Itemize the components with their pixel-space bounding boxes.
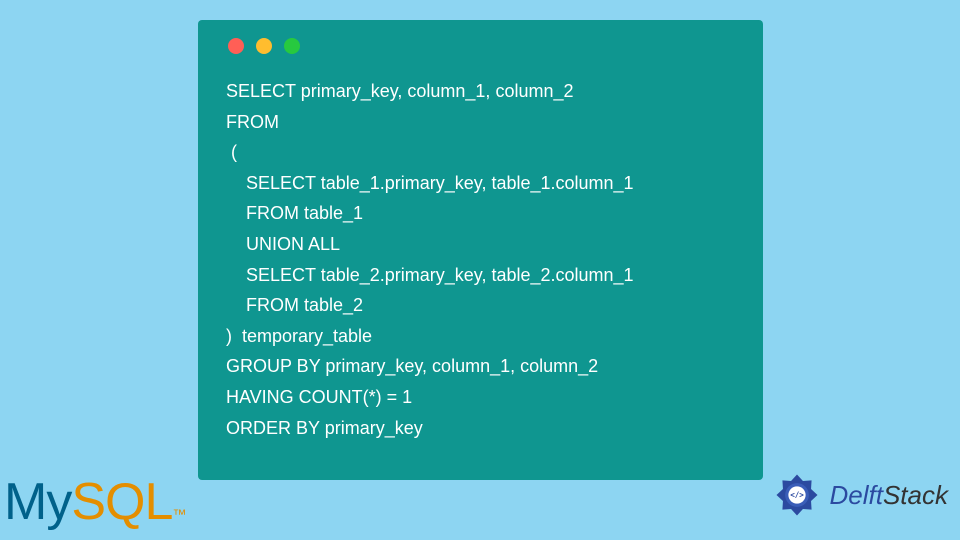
minimize-icon — [256, 38, 272, 54]
delftstack-badge-icon: </> — [770, 468, 824, 522]
stack-text: Stack — [883, 480, 948, 510]
delft-text: Delft — [830, 480, 883, 510]
code-line: ORDER BY primary_key — [226, 418, 423, 438]
delftstack-logo: </> DelftStack — [770, 468, 949, 522]
svg-text:</>: </> — [790, 491, 804, 500]
code-line: GROUP BY primary_key, column_1, column_2 — [226, 356, 598, 376]
mysql-logo: MySQL™ — [4, 472, 185, 532]
code-line: SELECT primary_key, column_1, column_2 — [226, 81, 573, 101]
mysql-my-text: My — [4, 473, 71, 531]
maximize-icon — [284, 38, 300, 54]
mysql-tm-text: ™ — [172, 506, 185, 522]
window-controls — [228, 38, 743, 54]
code-line: ( — [226, 142, 237, 162]
delftstack-text: DelftStack — [830, 480, 949, 511]
code-line: FROM — [226, 112, 279, 132]
code-content: SELECT primary_key, column_1, column_2 F… — [218, 76, 743, 443]
code-line: SELECT table_2.primary_key, table_2.colu… — [226, 265, 634, 285]
mysql-sql-text: SQL — [71, 473, 172, 531]
code-line: UNION ALL — [226, 234, 340, 254]
code-line: SELECT table_1.primary_key, table_1.colu… — [226, 173, 634, 193]
code-window: SELECT primary_key, column_1, column_2 F… — [198, 20, 763, 480]
code-line: FROM table_1 — [226, 203, 363, 223]
code-line: ) temporary_table — [226, 326, 372, 346]
code-line: FROM table_2 — [226, 295, 363, 315]
close-icon — [228, 38, 244, 54]
code-line: HAVING COUNT(*) = 1 — [226, 387, 412, 407]
